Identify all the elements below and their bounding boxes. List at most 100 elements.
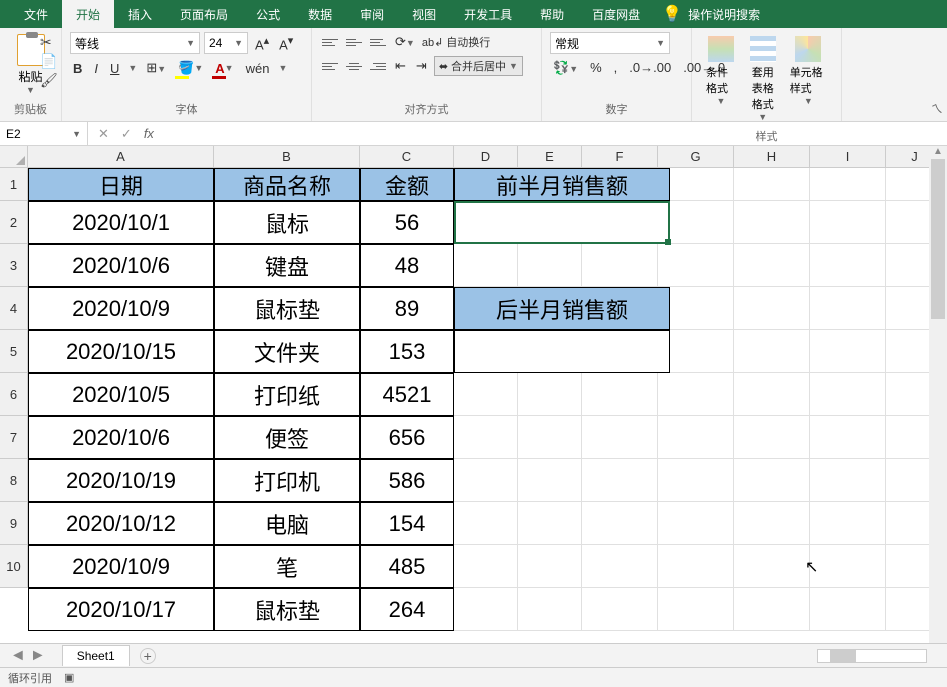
cell-H11[interactable]: [734, 588, 810, 631]
cell-A11[interactable]: 2020/10/17: [28, 588, 214, 631]
italic-button[interactable]: I: [91, 59, 101, 78]
wrap-text-button[interactable]: ab↲自动换行: [422, 34, 490, 50]
cell-B9[interactable]: 电脑: [214, 502, 360, 545]
cell-E8[interactable]: [518, 459, 582, 502]
format-painter-button[interactable]: 🖌: [40, 72, 58, 89]
vertical-scrollbar[interactable]: ▲: [929, 146, 947, 643]
col-header-I[interactable]: I: [810, 146, 886, 167]
increase-font-button[interactable]: A▴: [252, 32, 272, 54]
cell-I6[interactable]: [810, 373, 886, 416]
align-center-button[interactable]: [344, 57, 364, 75]
cell-G7[interactable]: [658, 416, 734, 459]
font-name-select[interactable]: 等线▼: [70, 32, 200, 54]
cell-C5[interactable]: 153: [360, 330, 454, 373]
cell-D8[interactable]: [454, 459, 518, 502]
cell-A3[interactable]: 2020/10/6: [28, 244, 214, 287]
cell-A4[interactable]: 2020/10/9: [28, 287, 214, 330]
cell-I2[interactable]: [810, 201, 886, 244]
cell-A10[interactable]: 2020/10/9: [28, 545, 214, 588]
add-sheet-button[interactable]: +: [140, 648, 156, 664]
tab-help[interactable]: 帮助: [526, 0, 578, 29]
orientation-button[interactable]: ⟳▼: [392, 32, 418, 52]
align-middle-button[interactable]: [344, 33, 364, 51]
cell-A8[interactable]: 2020/10/19: [28, 459, 214, 502]
increase-indent-button[interactable]: ⇥: [413, 56, 430, 76]
cell-A2[interactable]: 2020/10/1: [28, 201, 214, 244]
sheet-nav-next[interactable]: ►: [30, 647, 46, 665]
cell-C4[interactable]: 89: [360, 287, 454, 330]
cell-B6[interactable]: 打印纸: [214, 373, 360, 416]
cell-F10[interactable]: [582, 545, 658, 588]
copy-button[interactable]: 📄: [40, 53, 58, 70]
cell-E3[interactable]: [518, 244, 582, 287]
sheet-nav-prev[interactable]: ◄: [10, 647, 26, 665]
col-header-E[interactable]: E: [518, 146, 582, 167]
row-header-2[interactable]: 2: [0, 201, 27, 244]
cell-B5[interactable]: 文件夹: [214, 330, 360, 373]
cell-C1[interactable]: 金额: [360, 168, 454, 201]
cell-B1[interactable]: 商品名称: [214, 168, 360, 201]
cell-H10[interactable]: [734, 545, 810, 588]
sheet-tab-sheet1[interactable]: Sheet1: [62, 645, 130, 666]
cell-E6[interactable]: [518, 373, 582, 416]
align-left-button[interactable]: [320, 57, 340, 75]
align-bottom-button[interactable]: [368, 33, 388, 51]
cell-B4[interactable]: 鼠标垫: [214, 287, 360, 330]
cell-I3[interactable]: [810, 244, 886, 287]
cell-H7[interactable]: [734, 416, 810, 459]
cell-F6[interactable]: [582, 373, 658, 416]
cell-D9[interactable]: [454, 502, 518, 545]
cell-F3[interactable]: [582, 244, 658, 287]
cell-first-half-header[interactable]: 前半月销售额: [454, 168, 670, 201]
tab-insert[interactable]: 插入: [114, 0, 166, 29]
cell-C9[interactable]: 154: [360, 502, 454, 545]
merge-center-button[interactable]: ⬌合并后居中▼: [434, 56, 523, 76]
cell-B7[interactable]: 便签: [214, 416, 360, 459]
tell-me-search[interactable]: 💡 操作说明搜索: [662, 0, 774, 29]
number-format-select[interactable]: 常规▼: [550, 32, 670, 54]
cell-I4[interactable]: [810, 287, 886, 330]
cell-B8[interactable]: 打印机: [214, 459, 360, 502]
cell-H6[interactable]: [734, 373, 810, 416]
cell-D11[interactable]: [454, 588, 518, 631]
fx-button[interactable]: fx: [144, 126, 154, 141]
cell-G3[interactable]: [658, 244, 734, 287]
cell-H9[interactable]: [734, 502, 810, 545]
cell-A5[interactable]: 2020/10/15: [28, 330, 214, 373]
cell-C7[interactable]: 656: [360, 416, 454, 459]
cell-second-half-value[interactable]: [454, 330, 670, 373]
tab-baidu[interactable]: 百度网盘: [578, 0, 654, 29]
row-header-3[interactable]: 3: [0, 244, 27, 287]
cell-E11[interactable]: [518, 588, 582, 631]
cell-first-half-value[interactable]: [454, 201, 670, 244]
cell-C2[interactable]: 56: [360, 201, 454, 244]
cell-B3[interactable]: 键盘: [214, 244, 360, 287]
col-header-H[interactable]: H: [734, 146, 810, 167]
tab-file[interactable]: 文件: [10, 0, 62, 29]
col-header-A[interactable]: A: [28, 146, 214, 167]
cell-C3[interactable]: 48: [360, 244, 454, 287]
tab-page-layout[interactable]: 页面布局: [166, 0, 242, 29]
cell-D10[interactable]: [454, 545, 518, 588]
cell-F11[interactable]: [582, 588, 658, 631]
cell-E9[interactable]: [518, 502, 582, 545]
cell-F8[interactable]: [582, 459, 658, 502]
cell-A1[interactable]: 日期: [28, 168, 214, 201]
cell-C8[interactable]: 586: [360, 459, 454, 502]
border-button[interactable]: ⊞▼: [143, 58, 169, 78]
percent-button[interactable]: %: [587, 58, 605, 78]
cell-styles-button[interactable]: 单元格样式▼: [784, 32, 833, 126]
row-header-10[interactable]: 10: [0, 545, 27, 588]
cell-I7[interactable]: [810, 416, 886, 459]
cell-A7[interactable]: 2020/10/6: [28, 416, 214, 459]
cell-I9[interactable]: [810, 502, 886, 545]
cell-F7[interactable]: [582, 416, 658, 459]
cell-G11[interactable]: [658, 588, 734, 631]
cell-A9[interactable]: 2020/10/12: [28, 502, 214, 545]
cell-E7[interactable]: [518, 416, 582, 459]
cell-C6[interactable]: 4521: [360, 373, 454, 416]
tab-formulas[interactable]: 公式: [242, 0, 294, 29]
cell-D6[interactable]: [454, 373, 518, 416]
cell-I5[interactable]: [810, 330, 886, 373]
cell-I8[interactable]: [810, 459, 886, 502]
